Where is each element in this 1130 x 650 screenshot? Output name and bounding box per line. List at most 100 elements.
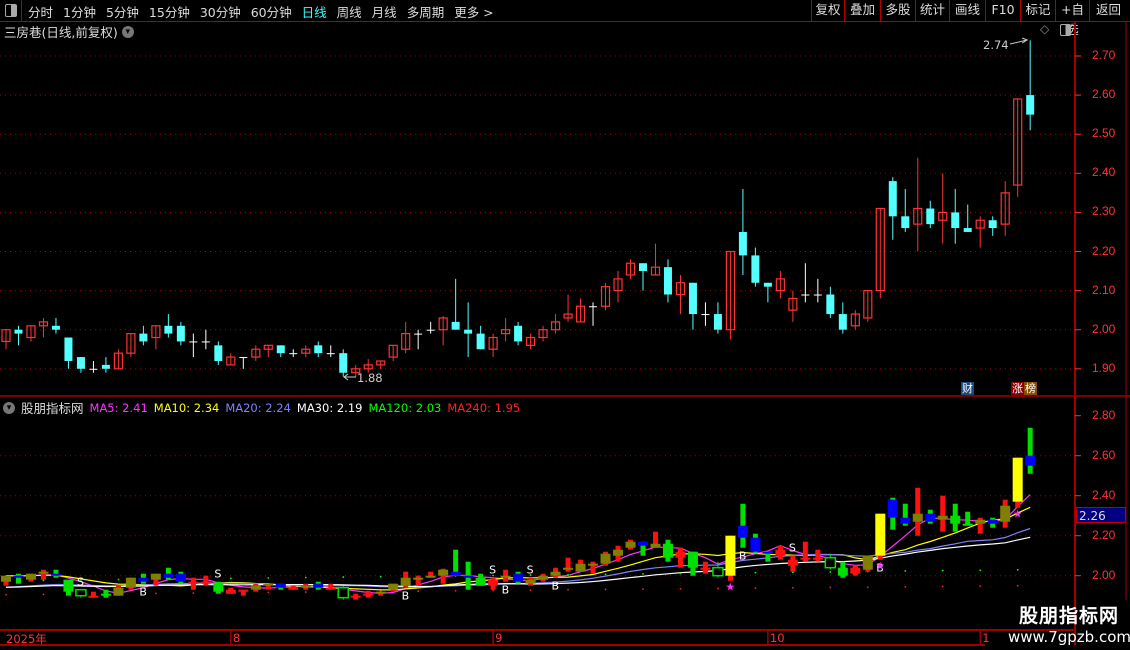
ma240-dot <box>979 585 982 588</box>
chevron-down-icon[interactable]: ▾ <box>3 401 15 414</box>
indicator-bar <box>750 537 761 552</box>
ma240-dot <box>717 587 719 590</box>
indicator-bar <box>837 567 848 576</box>
candle-body <box>1026 95 1035 115</box>
candle-body <box>201 341 210 343</box>
ma120-dot <box>941 569 944 572</box>
candle-body <box>176 325 185 342</box>
candle-body <box>738 231 747 256</box>
indicator-bar <box>113 587 124 596</box>
indicator-bar <box>125 577 136 588</box>
indicator-bar <box>175 573 186 582</box>
indicator-bar <box>762 551 773 554</box>
buy-marker: B <box>739 550 747 563</box>
indicator-axis-label: 2.80 <box>1092 407 1116 422</box>
watermark: 股朋指标网 www.7gpzb.com <box>1008 601 1130 646</box>
indicator-bar <box>238 589 249 592</box>
indicator-bar <box>687 551 698 568</box>
indicator-bar <box>637 541 648 546</box>
candle-body <box>813 294 822 296</box>
limit-up-badge[interactable]: 涨 <box>1011 382 1024 395</box>
candle-body <box>589 306 598 308</box>
indicator-bar <box>88 595 99 598</box>
indicator-bar <box>675 551 686 558</box>
date-label: 9 <box>495 631 503 645</box>
ma120-dot <box>679 572 682 575</box>
candle-body <box>838 314 847 330</box>
candle-body <box>51 325 60 330</box>
ma240-dot <box>492 589 495 592</box>
ma120-dot <box>904 570 907 572</box>
candle-body <box>951 212 960 229</box>
indicator-bar <box>1000 505 1011 522</box>
price-axis-label: 2.50 <box>1092 126 1116 141</box>
candle-body <box>339 353 348 373</box>
candle-body <box>988 220 997 229</box>
indicator-bar <box>300 585 311 588</box>
ma240-dot <box>304 591 307 593</box>
candle-body <box>888 181 897 217</box>
indicator-bar <box>787 559 798 566</box>
candle-body <box>164 325 173 334</box>
ma10-value: MA10: 2.34 <box>153 400 220 415</box>
indicator-axis-label: 2.60 <box>1092 447 1116 462</box>
price-axis-label: 2.10 <box>1092 282 1116 297</box>
candle-body <box>426 329 435 331</box>
candle-body <box>101 364 110 369</box>
candle-body <box>476 333 485 350</box>
indicator-bar <box>337 586 349 599</box>
ma120-dot <box>229 577 232 580</box>
indicator-bar <box>388 583 399 590</box>
candle-body <box>701 314 710 316</box>
candle-body <box>214 345 223 361</box>
indicator-bar <box>450 571 461 576</box>
indicator-bar <box>725 535 736 576</box>
candle-body <box>289 353 298 355</box>
candle-body <box>64 337 73 361</box>
indicator-bar <box>812 557 823 560</box>
candle-body <box>189 341 198 343</box>
ma240-dot <box>192 592 195 594</box>
ma120-dot <box>829 570 832 573</box>
sell-marker: S <box>789 542 796 555</box>
date-label: 1 <box>982 631 990 645</box>
indicator-bar <box>600 553 611 564</box>
diamond-icon[interactable]: ◇ <box>1040 22 1049 36</box>
indicator-bar <box>775 549 786 556</box>
candle-body <box>276 345 285 354</box>
indicator-bar <box>325 587 336 590</box>
ranking-badge[interactable]: 榜 <box>1024 382 1037 395</box>
candle-body <box>326 353 335 355</box>
ma120-dot <box>567 573 569 576</box>
chart-canvas[interactable]: SBSBSBSBBSB★★★ <box>0 0 1130 650</box>
candle-body <box>713 314 722 330</box>
ma120-value: MA120: 2.03 <box>368 400 442 415</box>
indicator-bar <box>712 566 724 577</box>
watermark-url: www.7gpzb.com <box>1008 628 1130 646</box>
indicator-bar <box>425 575 436 578</box>
ma240-dot <box>604 588 607 591</box>
indicator-bar <box>850 567 861 574</box>
indicator-bar <box>575 563 586 572</box>
indicator-bar <box>662 543 673 558</box>
indicator-bar <box>1012 457 1023 502</box>
ma120-dot <box>642 572 644 575</box>
ma240-dot <box>267 591 270 594</box>
finance-badge[interactable]: 财 <box>961 382 974 395</box>
panel-toggle-icon[interactable] <box>1060 24 1071 36</box>
ma240-dot <box>791 586 794 589</box>
indicator-bar <box>350 595 361 598</box>
indicator-legend: ▾ 股朋指标网 MA5: 2.41 MA10: 2.34 MA20: 2.24 … <box>3 398 520 417</box>
ma240-dot <box>5 593 7 596</box>
indicator-bar <box>288 587 299 590</box>
candle-body <box>14 329 23 334</box>
indicator-bar <box>824 556 837 569</box>
star-icon: ★ <box>875 560 885 573</box>
sell-marker: S <box>527 564 534 577</box>
indicator-bar <box>213 583 224 592</box>
candle-body <box>963 228 972 232</box>
candle-body <box>514 325 523 342</box>
indicator-name: 股朋指标网 <box>21 401 84 416</box>
indicator-bar <box>188 581 199 584</box>
indicator-axis-label: 2.20 <box>1092 527 1116 542</box>
